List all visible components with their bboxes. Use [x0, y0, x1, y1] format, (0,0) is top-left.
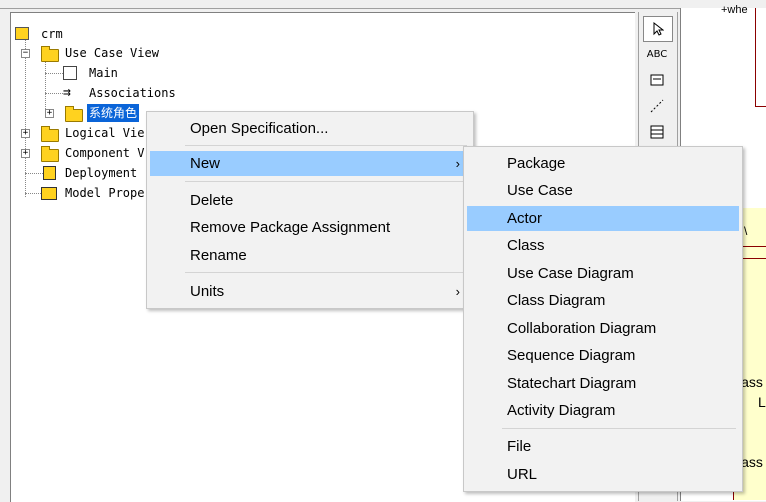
folder-icon — [41, 126, 59, 142]
menu-item-statechart-diagram[interactable]: Statechart Diagram — [467, 371, 739, 396]
context-menu: Open Specification... New › Delete Remove… — [146, 111, 474, 309]
menu-item-package[interactable]: Package — [467, 151, 739, 176]
collapse-icon[interactable]: − — [21, 49, 30, 58]
model-root-icon — [15, 27, 29, 40]
tree-item-use-case-view[interactable]: − Use Case View — [15, 44, 215, 62]
menu-item-sequence-diagram[interactable]: Sequence Diagram — [467, 343, 739, 368]
menu-item-open-specification[interactable]: Open Specification... — [150, 116, 470, 141]
tree-item-associations[interactable]: ⇉ Associations — [15, 84, 215, 102]
menu-item-remove-package-assignment[interactable]: Remove Package Assignment — [150, 215, 470, 240]
menu-item-collaboration-diagram[interactable]: Collaboration Diagram — [467, 316, 739, 341]
note-tool-icon[interactable] — [643, 68, 671, 92]
menu-item-actor[interactable]: Actor — [467, 206, 739, 231]
folder-icon — [65, 106, 83, 122]
menu-separator — [185, 272, 467, 273]
diagram-text: L — [758, 394, 766, 410]
menu-item-class[interactable]: Class — [467, 233, 739, 258]
tree-item-crm[interactable]: crm — [15, 25, 95, 43]
text-tool[interactable]: ABC — [643, 42, 671, 66]
top-toolbar-strip — [0, 0, 766, 9]
menu-separator — [502, 428, 736, 429]
menu-item-use-case[interactable]: Use Case — [467, 178, 739, 203]
menu-separator — [185, 145, 467, 146]
new-submenu: Package Use Case Actor Class Use Case Di… — [463, 146, 743, 492]
model-properties-icon — [41, 187, 57, 200]
deployment-icon — [43, 166, 56, 180]
folder-icon — [41, 46, 59, 62]
submenu-arrow-icon: › — [455, 156, 460, 171]
submenu-arrow-icon: › — [455, 284, 460, 299]
package-tool-icon[interactable] — [643, 120, 671, 144]
use-case-diagram-icon — [63, 66, 77, 80]
menu-item-rename[interactable]: Rename — [150, 243, 470, 268]
menu-item-delete[interactable]: Delete — [150, 188, 470, 213]
tree-item-main[interactable]: Main — [15, 64, 215, 82]
folder-icon — [41, 146, 59, 162]
menu-item-use-case-diagram[interactable]: Use Case Diagram — [467, 261, 739, 286]
menu-separator — [185, 181, 467, 182]
menu-item-url[interactable]: URL — [467, 462, 739, 487]
menu-item-class-diagram[interactable]: Class Diagram — [467, 288, 739, 313]
expand-icon[interactable]: + — [21, 129, 30, 138]
associations-icon: ⇉ — [63, 85, 71, 100]
diagram-text: +whe — [721, 4, 748, 16]
menu-item-new[interactable]: New › — [150, 151, 470, 176]
menu-item-units[interactable]: Units › — [150, 279, 470, 304]
expand-icon[interactable]: + — [21, 149, 30, 158]
class-box[interactable] — [755, 8, 766, 107]
menu-item-activity-diagram[interactable]: Activity Diagram — [467, 398, 739, 423]
selection-tool-icon[interactable] — [643, 16, 673, 42]
menu-item-file[interactable]: File — [467, 434, 739, 459]
anchor-note-tool-icon[interactable] — [643, 94, 671, 118]
expand-icon[interactable]: + — [45, 109, 54, 118]
diagram-text: \ — [744, 224, 748, 238]
